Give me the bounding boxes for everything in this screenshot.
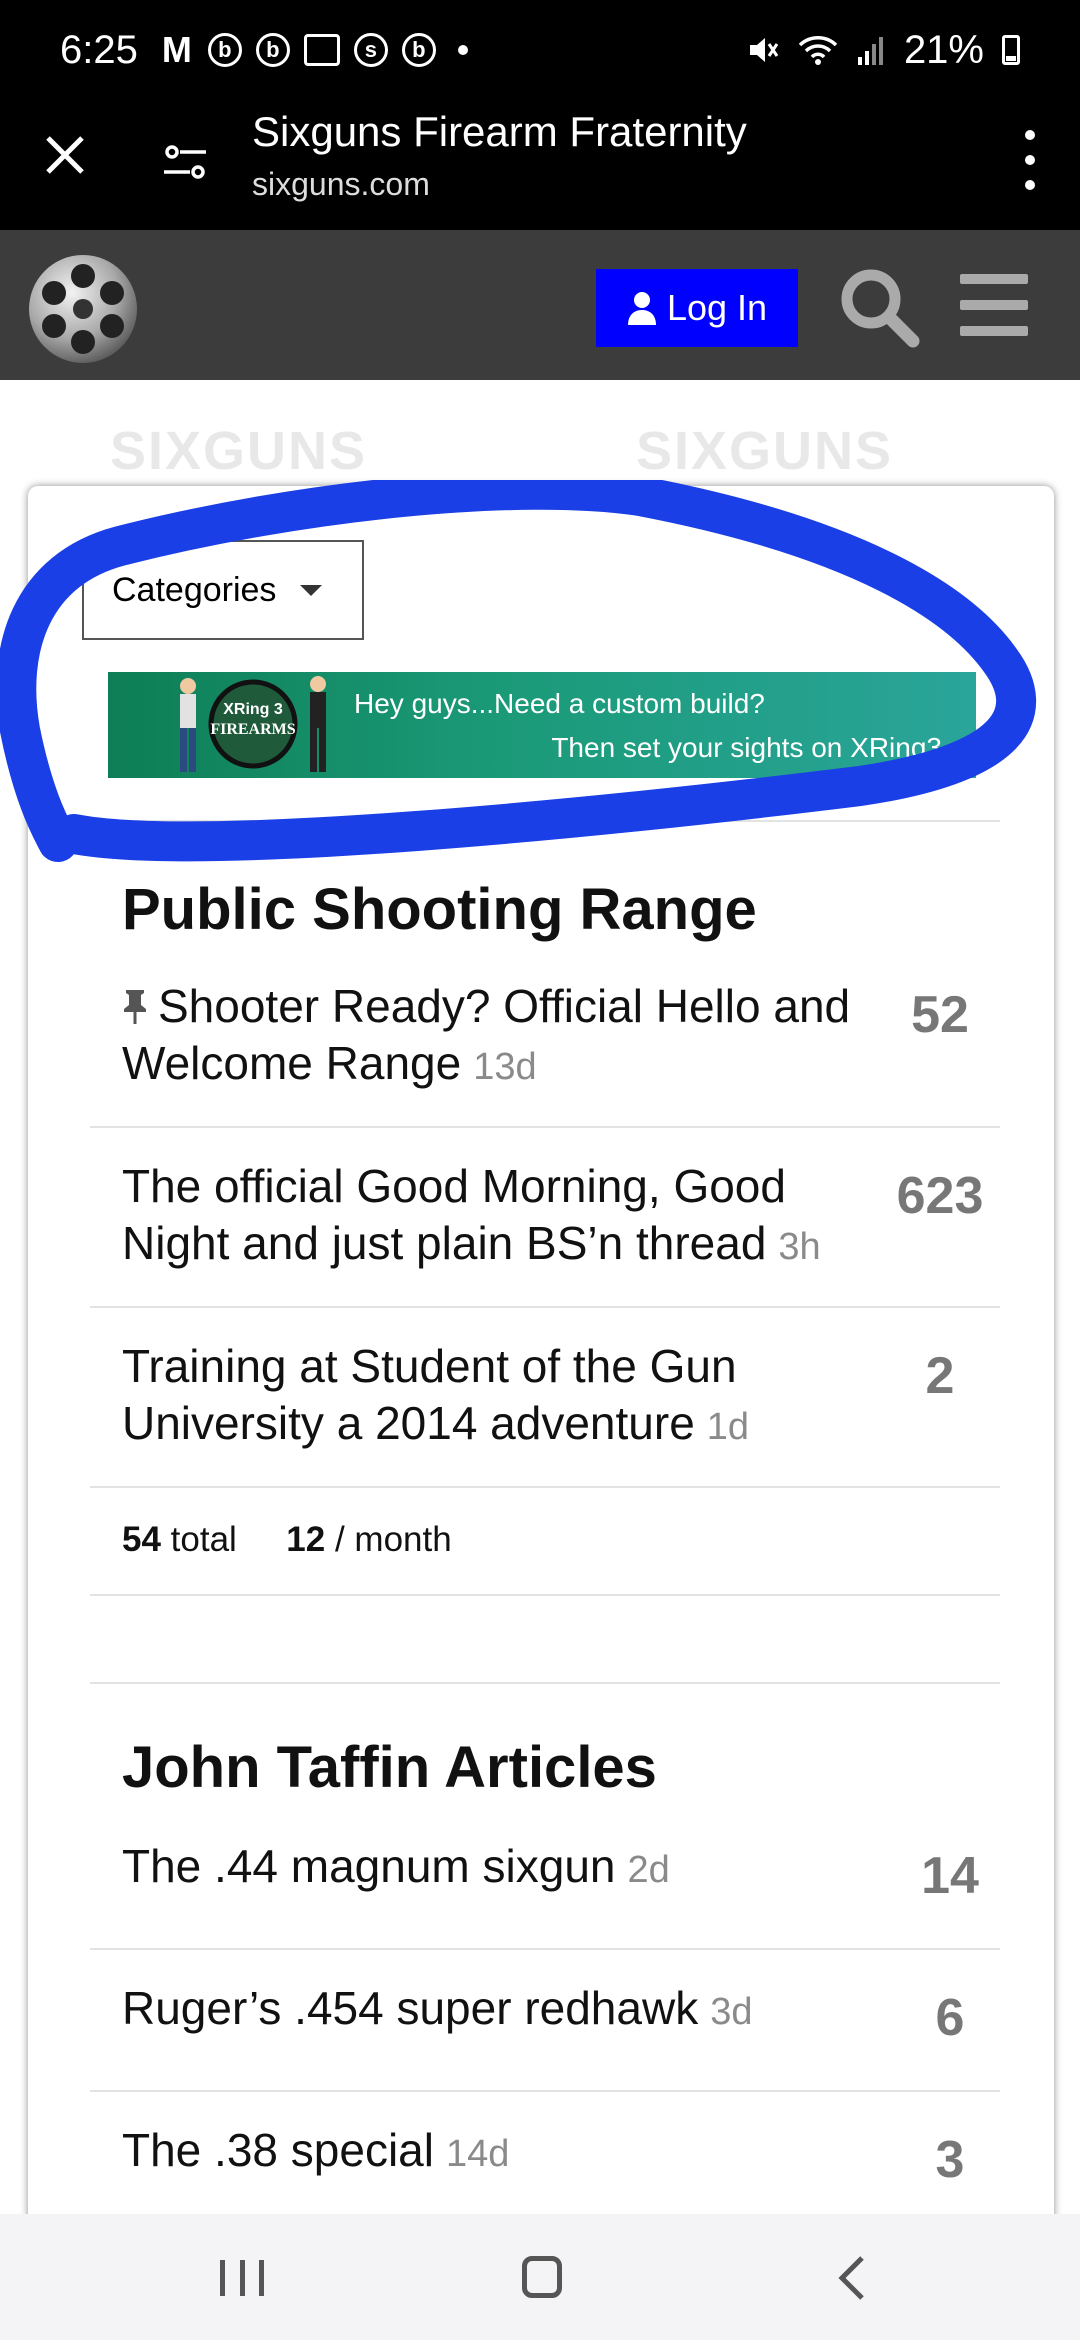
pin-icon [124, 990, 146, 1024]
recent-line-icon [239, 2260, 245, 2296]
back-icon[interactable] [830, 2254, 874, 2302]
caret-down-icon [300, 584, 323, 596]
topic-age: 1d [706, 1406, 750, 1448]
topic-age: 3d [710, 1991, 753, 2033]
site-logo-cylinder-icon[interactable] [26, 252, 140, 366]
reply-count: 3 [935, 2131, 965, 2189]
tune-icon [164, 145, 206, 179]
battery-percent: 21% [903, 27, 984, 72]
calendar-icon [303, 34, 340, 66]
site-settings-button[interactable] [160, 138, 210, 188]
close-icon [46, 136, 84, 174]
browser-toolbar: Sixguns Firearm Fraternity sixguns.com [0, 100, 1080, 230]
user-icon [627, 292, 656, 325]
divider [90, 1948, 1000, 1950]
wifi-icon [798, 36, 838, 65]
more-dot-icon [1025, 130, 1035, 140]
menu-line-icon [960, 326, 1028, 336]
battery-icon [1002, 35, 1020, 65]
topic-age: 14d [445, 2133, 510, 2175]
reply-count: 52 [911, 986, 969, 1044]
hamburger-menu-button[interactable] [960, 274, 1028, 336]
category-title[interactable]: Public Shooting Range [122, 876, 757, 943]
categories-label: Categories [112, 570, 277, 609]
search-icon[interactable] [836, 264, 922, 350]
signal-icon [857, 37, 883, 65]
more-options-button[interactable] [1020, 130, 1040, 190]
status-bar: 6:25 M b b s b 21% [0, 0, 1080, 100]
login-button[interactable]: Log In [596, 269, 798, 347]
login-label: Log In [666, 287, 768, 328]
status-time: 6:25 [60, 27, 138, 72]
system-navigation-bar [0, 2214, 1080, 2340]
page-url: sixguns.com [252, 166, 430, 202]
reply-count: 6 [935, 1989, 965, 2047]
reply-count: 2 [925, 1347, 955, 1405]
monthly-label: / month [334, 1520, 452, 1559]
topic-link[interactable]: The .38 special 14d [122, 2122, 882, 2183]
topic-link[interactable]: Training at Student of the Gun Universit… [122, 1338, 882, 1456]
topic-link[interactable]: Shooter Ready? Official Hello and Welcom… [122, 978, 882, 1096]
topic-title: The .44 magnum sixgun [122, 1840, 616, 1892]
topic-title: The official Good Morning, Good Night an… [122, 1160, 786, 1269]
banner-tagline: Then set your sights on XRing3 [551, 732, 942, 763]
monthly-count: 12 [286, 1520, 326, 1559]
divider [90, 1594, 1000, 1596]
total-label: total [170, 1520, 237, 1559]
topic-link[interactable]: Ruger’s .454 super redhawk 3d [122, 1980, 882, 2041]
notification-b-icon: b [207, 33, 242, 67]
more-dot-icon [1025, 180, 1035, 190]
topic-age: 13d [473, 1046, 537, 1088]
home-button[interactable] [522, 2256, 562, 2298]
reply-count: 14 [921, 1847, 979, 1905]
category-stats: 54 total 12 / month [122, 1520, 452, 1560]
background-brand-watermark: SIXGUNS [110, 421, 368, 481]
ad-banner[interactable]: XRing 3 FIREARMS Hey guys...Need a custo… [108, 672, 976, 778]
more-dot-icon [1025, 155, 1035, 165]
divider [90, 2090, 1000, 2092]
divider [90, 820, 1000, 822]
topic-title: Training at Student of the Gun Universit… [122, 1340, 737, 1449]
menu-line-icon [960, 300, 1028, 310]
categories-dropdown[interactable]: Categories [82, 540, 364, 640]
divider [90, 1306, 1000, 1308]
close-tab-button[interactable] [40, 130, 90, 180]
recent-apps-button[interactable] [220, 2260, 264, 2296]
recent-line-icon [220, 2260, 225, 2296]
divider [90, 1486, 1000, 1488]
site-header: Log In [0, 230, 1080, 380]
menu-line-icon [960, 274, 1028, 284]
money-icon: s [353, 33, 388, 67]
gmail-icon: M [161, 29, 192, 70]
topic-link[interactable]: The official Good Morning, Good Night an… [122, 1158, 882, 1276]
recent-line-icon [259, 2260, 264, 2296]
category-title[interactable]: John Taffin Articles [122, 1734, 657, 1801]
xring3-firearms-logo: XRing 3 FIREARMS [180, 676, 326, 772]
divider [90, 1682, 1000, 1684]
more-notifications-dot-icon [457, 45, 468, 55]
background-brand-watermark: SIXGUNS [636, 421, 894, 481]
notification-b-icon: b [255, 33, 290, 67]
reply-count: 623 [896, 1167, 984, 1225]
topic-title: Ruger’s .454 super redhawk [122, 1982, 699, 2034]
topic-age: 2d [627, 1849, 670, 1891]
total-count: 54 [122, 1520, 161, 1559]
topic-link[interactable]: The .44 magnum sixgun 2d [122, 1838, 882, 1899]
page-title: Sixguns Firearm Fraternity [252, 108, 747, 155]
banner-logo-text: XRing 3 [223, 701, 283, 718]
mute-icon [749, 38, 779, 62]
divider [90, 1126, 1000, 1128]
banner-logo-text: FIREARMS [210, 721, 295, 738]
notification-b-icon: b [401, 33, 436, 67]
banner-headline: Hey guys...Need a custom build? [354, 688, 765, 719]
topic-age: 3h [778, 1226, 821, 1268]
topic-title: The .38 special [122, 2124, 434, 2176]
